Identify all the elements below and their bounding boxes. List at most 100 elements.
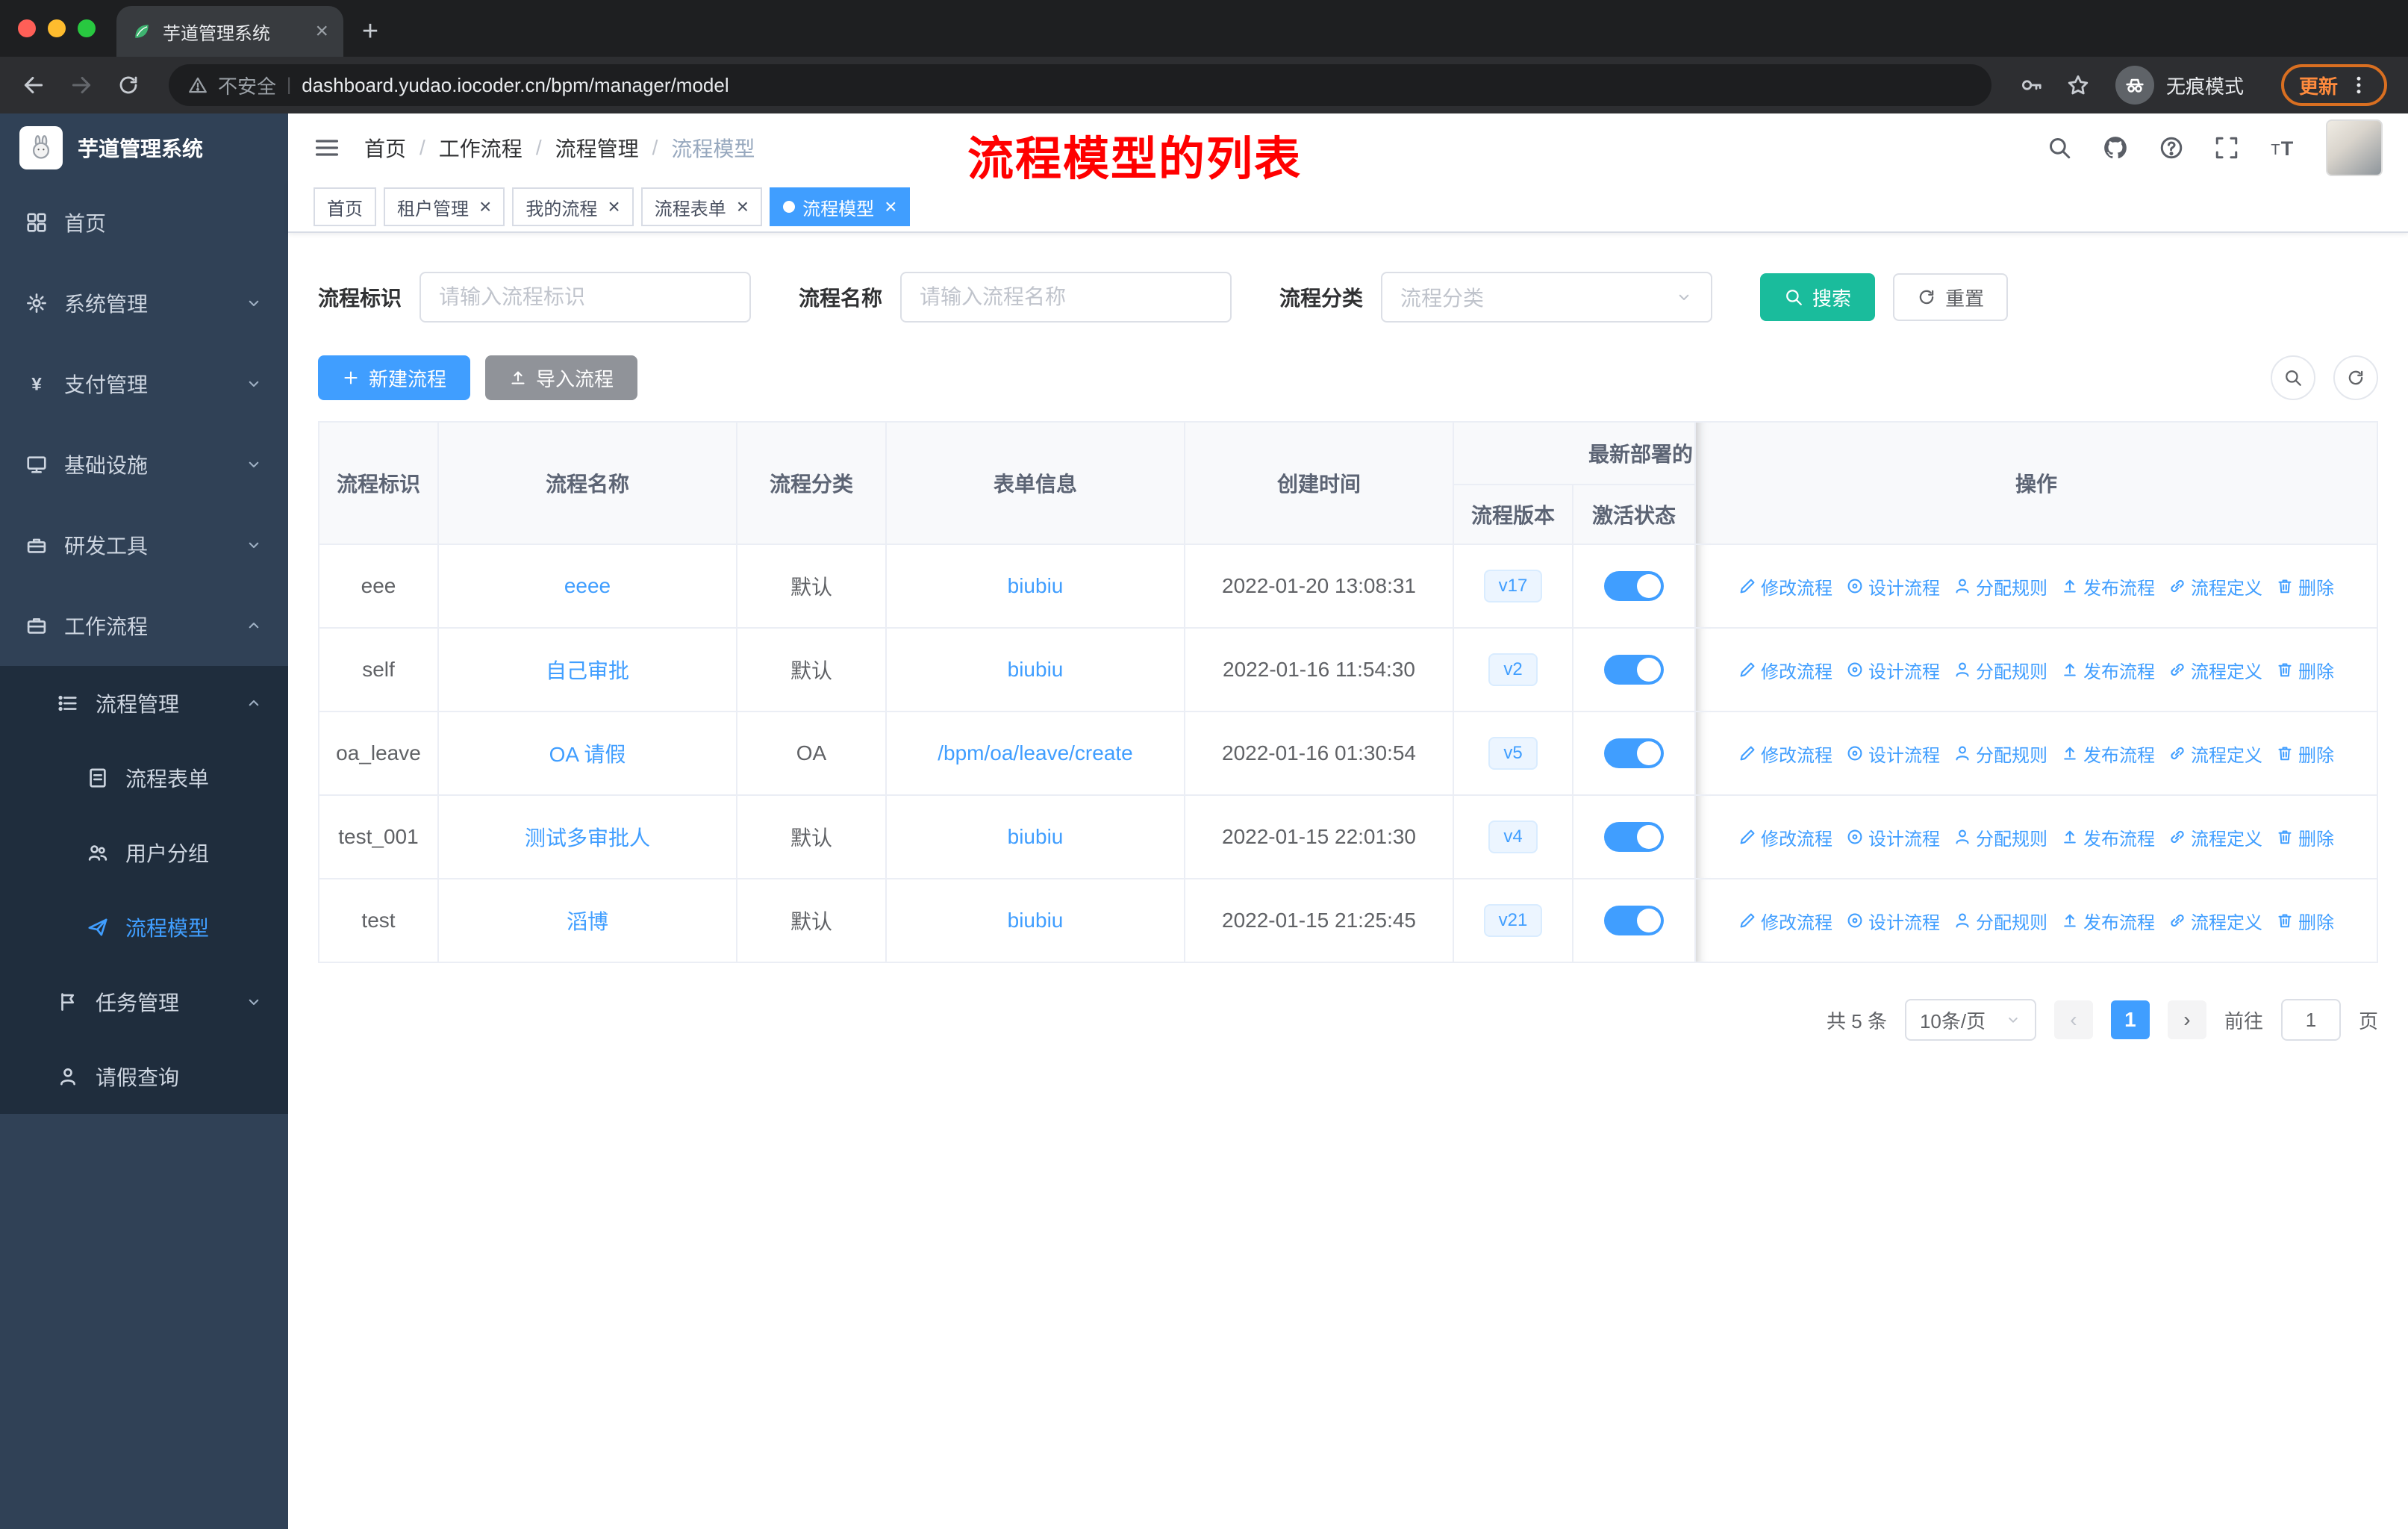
design-process-action-link[interactable]: 设计流程 — [1846, 824, 1940, 850]
sidebar-item-process-model[interactable]: 流程模型 — [0, 890, 288, 965]
sidebar-item-workflow[interactable]: 工作流程 — [0, 585, 288, 666]
active-toggle[interactable] — [1604, 822, 1664, 852]
process-name-link[interactable]: OA 请假 — [549, 743, 626, 766]
assign-rule-action-link[interactable]: 分配规则 — [1953, 657, 2047, 683]
delete-action-link[interactable]: 删除 — [2276, 573, 2334, 600]
tab-tag-process-model[interactable]: 流程模型 × — [770, 187, 911, 226]
design-process-action-link[interactable]: 设计流程 — [1846, 741, 1940, 767]
form-info-link[interactable]: biubiu — [1008, 909, 1064, 932]
goto-page-input[interactable] — [2280, 999, 2341, 1041]
publish-process-action-link[interactable]: 发布流程 — [2061, 824, 2155, 850]
toggle-search-button[interactable] — [2271, 355, 2315, 400]
fullscreen-icon[interactable] — [2214, 135, 2239, 161]
header-search-icon[interactable] — [2047, 135, 2072, 161]
sidebar-item-infrastructure[interactable]: 基础设施 — [0, 424, 288, 505]
page-1-button[interactable]: 1 — [2110, 1000, 2150, 1039]
font-size-icon[interactable]: TT — [2269, 134, 2296, 161]
delete-action-link[interactable]: 删除 — [2276, 741, 2334, 767]
assign-rule-action-link[interactable]: 分配规则 — [1953, 741, 2047, 767]
assign-rule-action-link[interactable]: 分配规则 — [1953, 824, 2047, 850]
modify-process-action-link[interactable]: 修改流程 — [1738, 741, 1832, 767]
new-tab-button[interactable]: + — [349, 10, 391, 52]
publish-process-action-link[interactable]: 发布流程 — [2061, 573, 2155, 600]
form-info-link[interactable]: biubiu — [1008, 574, 1064, 597]
password-key-icon[interactable] — [2020, 73, 2044, 97]
form-info-link[interactable]: biubiu — [1008, 825, 1064, 848]
breadcrumb-item[interactable]: 首页 — [364, 133, 406, 163]
process-definition-action-link[interactable]: 流程定义 — [2168, 741, 2262, 767]
modify-process-action-link[interactable]: 修改流程 — [1738, 657, 1832, 683]
minimize-window-button[interactable] — [48, 19, 66, 37]
next-page-button[interactable]: › — [2167, 1000, 2206, 1039]
active-toggle[interactable] — [1604, 906, 1664, 935]
design-process-action-link[interactable]: 设计流程 — [1846, 908, 1940, 934]
process-name-link[interactable]: 自己审批 — [546, 659, 629, 682]
search-button[interactable]: 搜索 — [1760, 273, 1876, 321]
tab-tag-my-process[interactable]: 我的流程 × — [512, 187, 634, 226]
form-info-link[interactable]: biubiu — [1008, 658, 1064, 681]
close-window-button[interactable] — [18, 19, 36, 37]
browser-tab[interactable]: 芋道管理系统 × — [116, 6, 343, 57]
active-toggle[interactable] — [1604, 655, 1664, 685]
bookmark-star-icon[interactable] — [2066, 73, 2090, 97]
refresh-table-button[interactable] — [2333, 355, 2378, 400]
process-definition-action-link[interactable]: 流程定义 — [2168, 824, 2262, 850]
breadcrumb-item[interactable]: 流程管理 — [555, 133, 639, 163]
help-icon[interactable] — [2159, 135, 2184, 161]
address-bar[interactable]: 不安全 | dashboard.yudao.iocoder.cn/bpm/man… — [169, 64, 1991, 106]
tab-tag-process-form[interactable]: 流程表单 × — [640, 187, 763, 226]
delete-action-link[interactable]: 删除 — [2276, 908, 2334, 934]
close-icon[interactable]: × — [608, 196, 620, 217]
assign-rule-action-link[interactable]: 分配规则 — [1953, 908, 2047, 934]
sidebar-item-process-form[interactable]: 流程表单 — [0, 741, 288, 815]
reset-button[interactable]: 重置 — [1893, 273, 2009, 321]
kebab-menu-icon[interactable] — [2348, 75, 2369, 96]
modify-process-action-link[interactable]: 修改流程 — [1738, 824, 1832, 850]
process-name-link[interactable]: 测试多审批人 — [525, 826, 650, 850]
prev-page-button[interactable]: ‹ — [2053, 1000, 2093, 1039]
publish-process-action-link[interactable]: 发布流程 — [2061, 908, 2155, 934]
import-process-button[interactable]: 导入流程 — [485, 355, 638, 400]
zoom-window-button[interactable] — [78, 19, 96, 37]
close-icon[interactable]: × — [885, 196, 896, 217]
process-definition-action-link[interactable]: 流程定义 — [2168, 908, 2262, 934]
close-icon[interactable]: × — [479, 196, 491, 217]
sidebar-item-system-manage[interactable]: 系统管理 — [0, 263, 288, 343]
process-name-link[interactable]: 滔博 — [567, 910, 608, 933]
page-size-select[interactable]: 10条/页 — [1904, 999, 2036, 1041]
process-name-input[interactable] — [900, 272, 1232, 323]
sidebar-item-task-manage[interactable]: 任务管理 — [0, 965, 288, 1039]
tab-tag-tenant-manage[interactable]: 租户管理 × — [384, 187, 505, 226]
design-process-action-link[interactable]: 设计流程 — [1846, 657, 1940, 683]
breadcrumb-item[interactable]: 工作流程 — [439, 133, 523, 163]
sidebar-item-leave-query[interactable]: 请假查询 — [0, 1039, 288, 1114]
tab-tag-home[interactable]: 首页 — [314, 187, 376, 226]
create-process-button[interactable]: 新建流程 — [318, 355, 471, 400]
update-button[interactable]: 更新 — [2280, 64, 2387, 106]
process-definition-action-link[interactable]: 流程定义 — [2168, 573, 2262, 600]
process-definition-action-link[interactable]: 流程定义 — [2168, 657, 2262, 683]
back-button[interactable] — [21, 72, 46, 98]
delete-action-link[interactable]: 删除 — [2276, 657, 2334, 683]
close-tab-icon[interactable]: × — [315, 20, 328, 43]
assign-rule-action-link[interactable]: 分配规则 — [1953, 573, 2047, 600]
sidebar-item-user-group[interactable]: 用户分组 — [0, 815, 288, 890]
modify-process-action-link[interactable]: 修改流程 — [1738, 573, 1832, 600]
reload-button[interactable] — [116, 73, 140, 97]
user-avatar[interactable] — [2326, 119, 2383, 176]
process-category-select[interactable]: 流程分类 — [1381, 272, 1713, 323]
collapse-sidebar-button[interactable] — [314, 134, 340, 161]
sidebar-item-process-manage[interactable]: 流程管理 — [0, 666, 288, 741]
process-name-link[interactable]: eeee — [564, 574, 611, 597]
sidebar-item-payment-manage[interactable]: ¥ 支付管理 — [0, 343, 288, 424]
active-toggle[interactable] — [1604, 738, 1664, 768]
process-id-input[interactable] — [419, 272, 752, 323]
delete-action-link[interactable]: 删除 — [2276, 824, 2334, 850]
design-process-action-link[interactable]: 设计流程 — [1846, 573, 1940, 600]
sidebar-item-home[interactable]: 首页 — [0, 182, 288, 263]
active-toggle[interactable] — [1604, 571, 1664, 601]
modify-process-action-link[interactable]: 修改流程 — [1738, 908, 1832, 934]
form-info-link[interactable]: /bpm/oa/leave/create — [938, 741, 1133, 764]
github-icon[interactable] — [2102, 134, 2129, 161]
forward-button[interactable] — [69, 72, 94, 98]
